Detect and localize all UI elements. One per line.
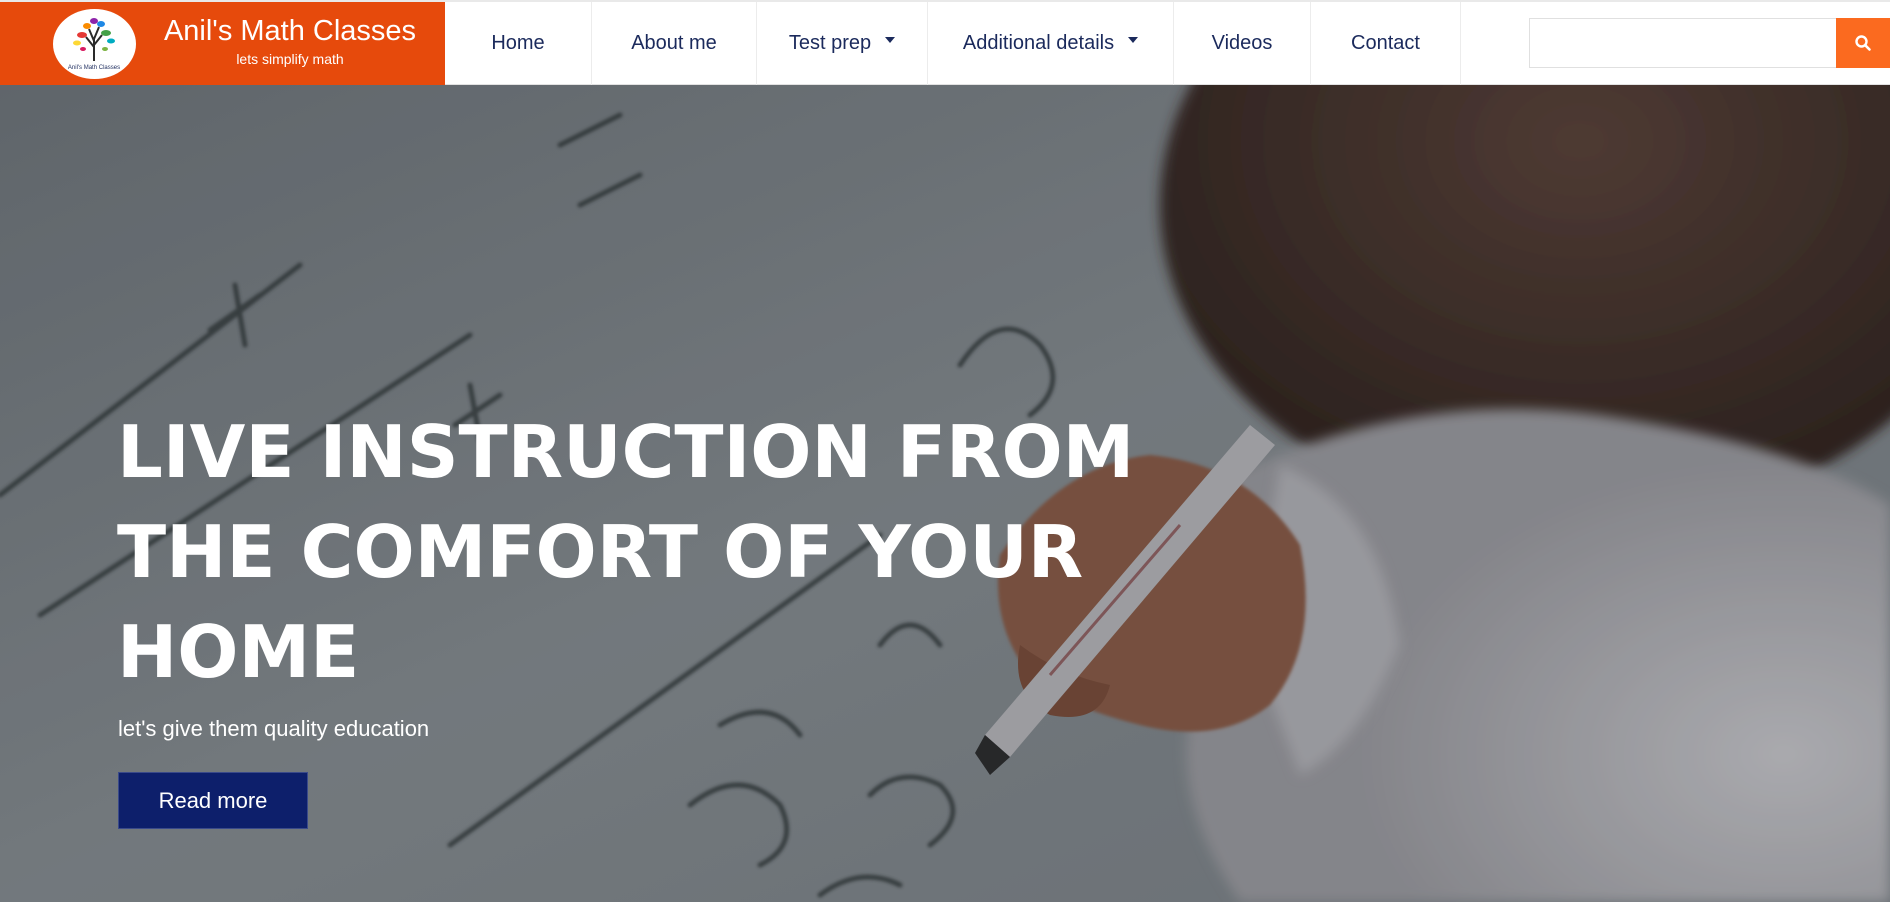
nav-videos[interactable]: Videos [1174, 2, 1311, 85]
read-more-button[interactable]: Read more [118, 772, 308, 829]
site-title[interactable]: Anil's Math Classes [140, 14, 440, 48]
brand-block[interactable]: Anil's Math Classes Anil's Math Classes … [0, 2, 445, 85]
nav-about-me[interactable]: About me [592, 2, 757, 85]
nav-additional-details[interactable]: Additional details [928, 2, 1174, 85]
nav-contact[interactable]: Contact [1311, 2, 1461, 85]
nav-home-label: Home [491, 32, 545, 54]
search-icon [1855, 35, 1871, 51]
main-nav: Home About me Test prep Additional detai… [445, 2, 1461, 85]
hero-banner: LIVE INSTRUCTION FROM THE COMFORT OF YOU… [0, 85, 1890, 902]
brand-text[interactable]: Anil's Math Classes lets simplify math [140, 14, 440, 68]
search-button[interactable] [1836, 18, 1890, 68]
nav-test-prep[interactable]: Test prep [757, 2, 928, 85]
hero-title: LIVE INSTRUCTION FROM THE COMFORT OF YOU… [117, 410, 1135, 694]
hero-subtitle: let's give them quality education [118, 716, 430, 741]
nav-videos-label: Videos [1211, 32, 1273, 54]
search-box [1529, 18, 1890, 68]
chevron-down-icon [1128, 36, 1139, 43]
nav-test-prep-label: Test prep [788, 32, 872, 54]
site-header: Anil's Math Classes Anil's Math Classes … [0, 0, 1890, 85]
site-tagline: lets simplify math [236, 51, 344, 67]
logo[interactable]: Anil's Math Classes [53, 9, 136, 79]
nav-additional-details-label: Additional details [962, 32, 1115, 54]
tree-logo-icon: Anil's Math Classes [68, 18, 120, 71]
search-input[interactable] [1529, 18, 1836, 68]
chevron-down-icon [885, 36, 896, 43]
nav-about-me-label: About me [631, 32, 717, 54]
nav-home[interactable]: Home [445, 2, 592, 85]
logo-text: Anil's Math Classes [68, 65, 120, 71]
nav-contact-label: Contact [1351, 32, 1420, 54]
